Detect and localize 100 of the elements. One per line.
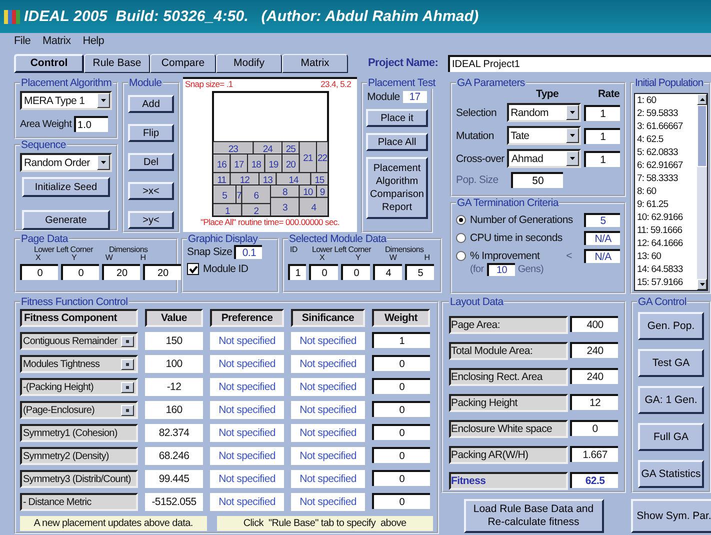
- significance-cell[interactable]: Not specified: [291, 332, 365, 350]
- population-item[interactable]: 13: 60: [637, 250, 697, 263]
- preference-cell[interactable]: Not specified: [210, 401, 284, 419]
- sequence-button[interactable]: Generate: [22, 210, 110, 230]
- criterion-value[interactable]: N/A: [584, 231, 620, 245]
- preference-cell[interactable]: Not specified: [210, 332, 284, 350]
- dropdown-button[interactable]: [97, 155, 110, 170]
- module-data-field[interactable]: 5: [405, 264, 434, 280]
- module-block[interactable]: 21: [298, 141, 316, 174]
- significance-cell[interactable]: Not specified: [291, 424, 365, 442]
- population-item[interactable]: 8: 60: [637, 185, 697, 198]
- population-item[interactable]: 5: 62.0833: [637, 146, 697, 159]
- population-item[interactable]: 4: 62.5: [637, 133, 697, 146]
- module-data-field[interactable]: 0: [341, 264, 370, 280]
- page-data-field[interactable]: 20: [102, 264, 140, 280]
- module-block[interactable]: 4: [298, 196, 328, 216]
- significance-cell[interactable]: Not specified: [291, 378, 365, 396]
- rate-field[interactable]: 1: [584, 128, 620, 144]
- preference-cell[interactable]: Not specified: [210, 493, 284, 511]
- component-dropdown[interactable]: Modules Tightness: [20, 355, 138, 373]
- module-block[interactable]: 5: [212, 184, 236, 204]
- radio-button[interactable]: [456, 215, 466, 225]
- menu-item[interactable]: Matrix: [42, 35, 71, 52]
- type-dropdown[interactable]: Ahmad: [507, 149, 581, 168]
- module-block[interactable]: 11: [212, 172, 230, 186]
- algorithm-dropdown[interactable]: MERA Type 1: [20, 91, 112, 110]
- component-dropdown[interactable]: Contiguous Remainder: [20, 332, 138, 350]
- radio-button[interactable]: [456, 233, 466, 243]
- significance-cell[interactable]: Not specified: [291, 401, 365, 419]
- page-data-field[interactable]: 0: [20, 264, 58, 280]
- ga-control-button[interactable]: Full GA: [638, 423, 704, 451]
- page-data-field[interactable]: 20: [143, 264, 181, 280]
- radio-button[interactable]: [456, 251, 466, 261]
- preference-cell[interactable]: Not specified: [210, 424, 284, 442]
- module-block[interactable]: 23: [212, 141, 254, 155]
- ga-control-button[interactable]: GA Statistics: [638, 460, 704, 488]
- tab[interactable]: Modify: [216, 54, 282, 72]
- weight-field[interactable]: 1: [372, 332, 430, 348]
- page-data-field[interactable]: 0: [61, 264, 99, 280]
- weight-field[interactable]: 0: [372, 401, 430, 417]
- weight-field[interactable]: 0: [372, 424, 430, 440]
- module-block[interactable]: 17: [229, 154, 248, 174]
- module-button[interactable]: >x<: [128, 182, 174, 200]
- module-block[interactable]: 24: [252, 141, 282, 155]
- snap-size-field[interactable]: 0.1: [234, 245, 262, 259]
- population-item[interactable]: 15: 57.9166: [637, 276, 697, 289]
- area-weight-field[interactable]: 1.0: [74, 116, 108, 132]
- dropdown-button[interactable]: [121, 404, 134, 416]
- tab[interactable]: Matrix: [282, 54, 348, 72]
- module-block[interactable]: 22: [316, 141, 328, 174]
- weight-field[interactable]: 0: [372, 470, 430, 486]
- significance-cell[interactable]: Not specified: [291, 355, 365, 373]
- significance-cell[interactable]: Not specified: [291, 493, 365, 511]
- dropdown-button[interactable]: [566, 151, 579, 166]
- module-data-field[interactable]: 1: [288, 264, 306, 280]
- dropdown-button[interactable]: [566, 105, 579, 120]
- population-item[interactable]: 2: 59.5833: [637, 107, 697, 120]
- dropdown-button[interactable]: [121, 358, 134, 370]
- module-data-field[interactable]: 0: [309, 264, 338, 280]
- generations-field[interactable]: 10: [486, 263, 515, 276]
- weight-field[interactable]: 0: [372, 493, 430, 509]
- rate-field[interactable]: 1: [584, 104, 620, 120]
- module-block[interactable]: 14: [275, 172, 311, 186]
- module-button[interactable]: Add: [128, 95, 174, 113]
- tab[interactable]: Rule Base: [84, 54, 150, 72]
- project-name-field[interactable]: IDEAL Project1: [448, 54, 711, 72]
- show-sym-par-button[interactable]: Show Sym. Par.: [631, 499, 711, 533]
- sequence-button[interactable]: Initialize Seed: [22, 177, 110, 197]
- checkbox[interactable]: [187, 263, 199, 275]
- weight-field[interactable]: 0: [372, 378, 430, 394]
- population-item[interactable]: 3: 61.66667: [637, 120, 697, 133]
- module-block[interactable]: 12: [229, 172, 259, 186]
- population-item[interactable]: 9: 61.25: [637, 198, 697, 211]
- ga-control-button[interactable]: Gen. Pop.: [638, 312, 704, 340]
- population-item[interactable]: 7: 58.3333: [637, 172, 697, 185]
- placement-button[interactable]: Placement Algorithm Comparison Report: [366, 157, 428, 219]
- module-block[interactable]: 1: [212, 203, 242, 217]
- dropdown-button[interactable]: [121, 382, 134, 392]
- module-block[interactable]: 8: [270, 184, 300, 198]
- tab[interactable]: Control: [14, 54, 84, 72]
- module-block[interactable]: 19: [264, 154, 282, 174]
- dropdown-button[interactable]: [97, 93, 110, 108]
- preference-cell[interactable]: Not specified: [210, 378, 284, 396]
- module-block[interactable]: 20: [281, 154, 300, 174]
- preference-cell[interactable]: Not specified: [210, 470, 284, 488]
- weight-field[interactable]: 0: [372, 447, 430, 463]
- menu-item[interactable]: Help: [82, 35, 104, 52]
- module-block[interactable]: 9: [316, 184, 328, 198]
- population-item[interactable]: 1: 60: [637, 94, 697, 107]
- population-item[interactable]: 10: 62.9166: [637, 211, 697, 224]
- scroll-up-icon[interactable]: [700, 98, 704, 101]
- placement-button[interactable]: Place it: [366, 109, 428, 127]
- module-button[interactable]: >y<: [128, 211, 174, 229]
- module-block[interactable]: 16: [212, 154, 230, 174]
- preference-cell[interactable]: Not specified: [210, 355, 284, 373]
- component-dropdown[interactable]: (Page-Enclosure): [20, 401, 138, 419]
- load-rule-base-button[interactable]: Load Rule Base Data and Re-calculate fitness: [464, 499, 604, 533]
- module-block[interactable]: 6: [240, 184, 270, 204]
- significance-cell[interactable]: Not specified: [291, 447, 365, 465]
- significance-cell[interactable]: Not specified: [291, 470, 365, 488]
